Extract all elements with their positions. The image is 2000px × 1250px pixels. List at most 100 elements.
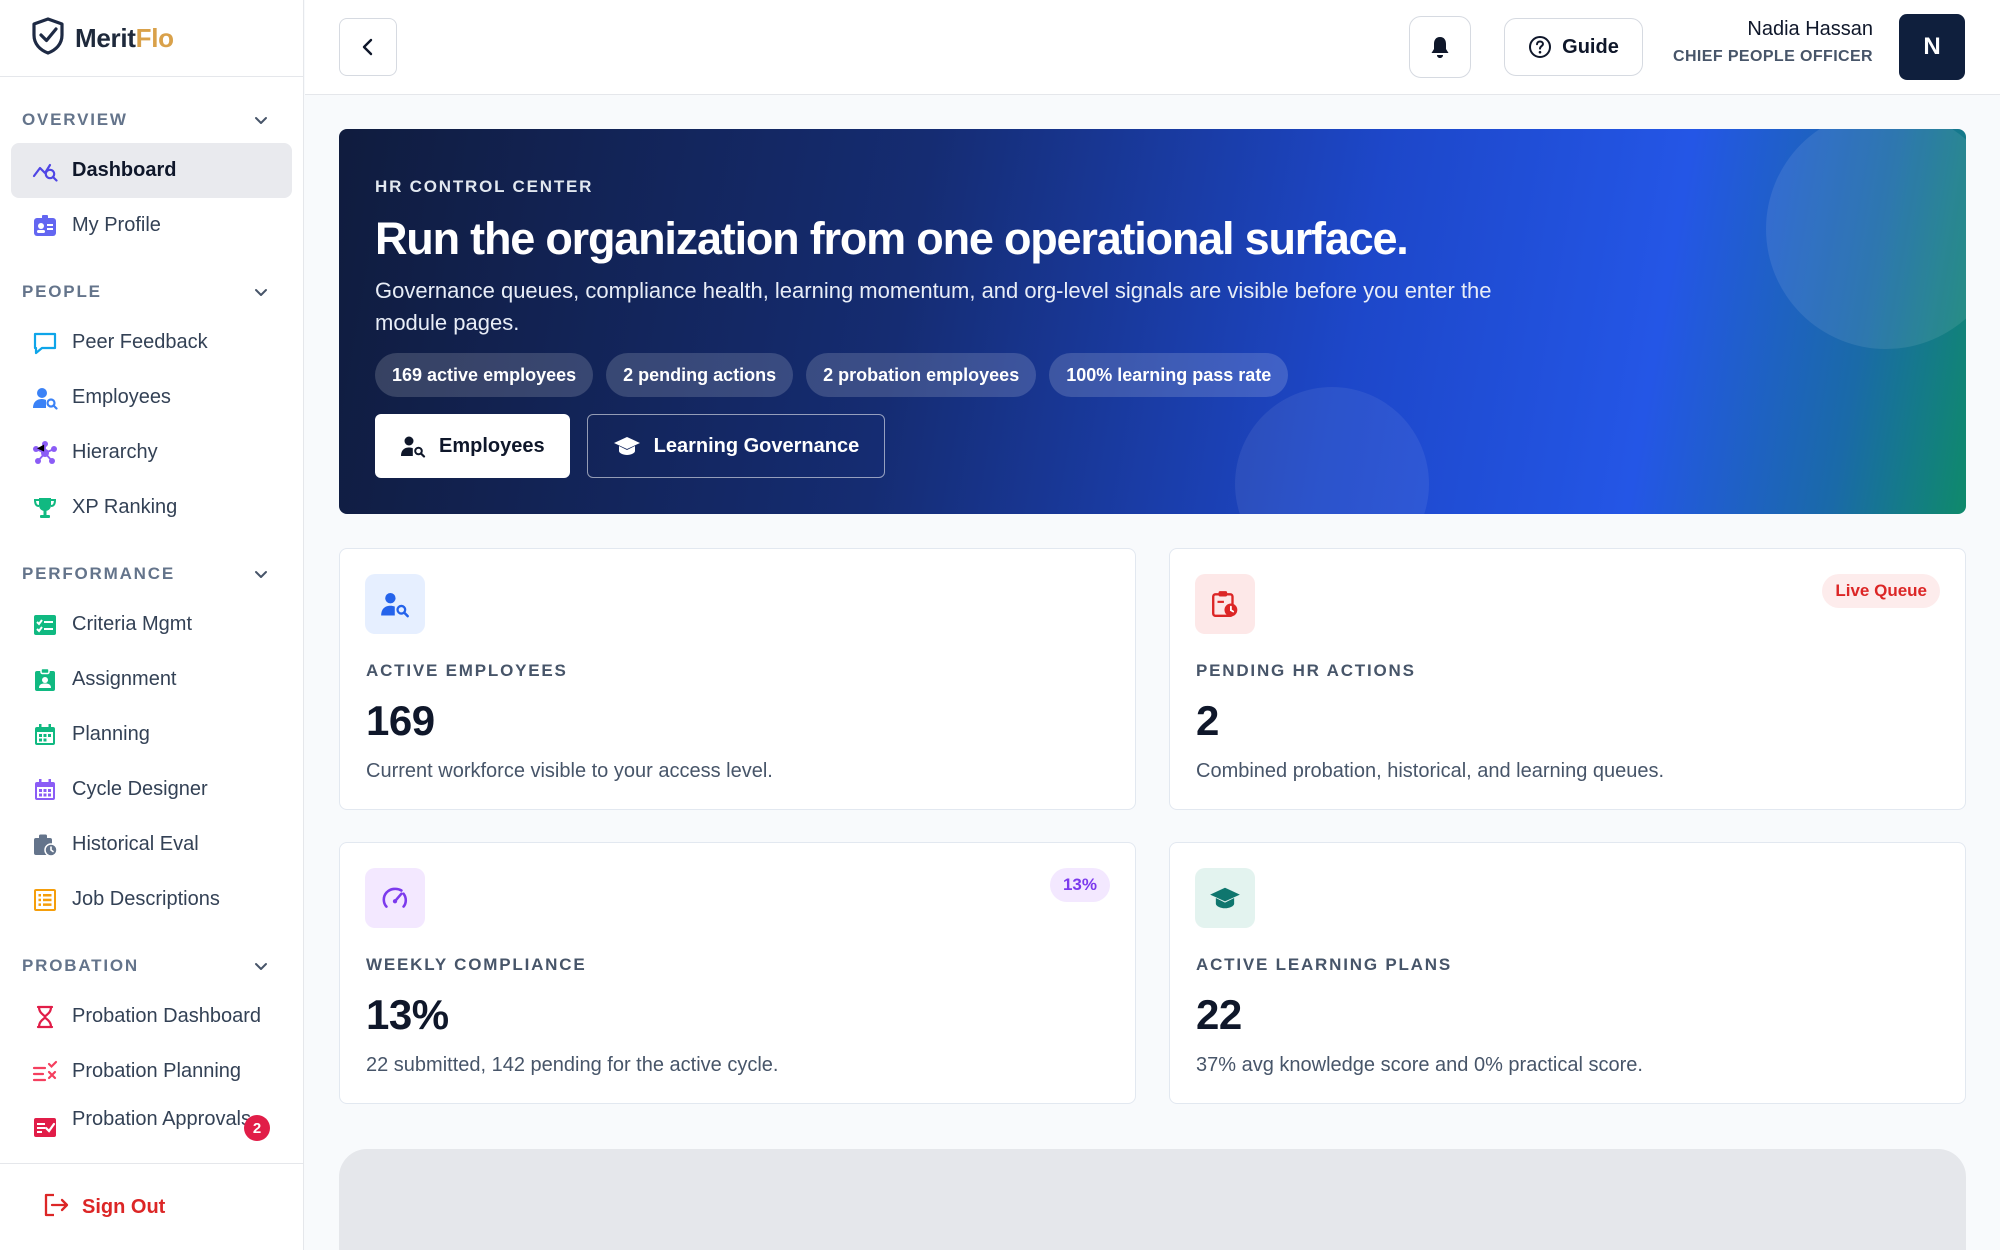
card-description: Current workforce visible to your access…: [366, 760, 773, 782]
card-label: ACTIVE EMPLOYEES: [366, 661, 568, 680]
sidebar-item-planning[interactable]: Planning: [11, 707, 292, 762]
section-people[interactable]: PEOPLE: [0, 269, 303, 315]
decorative-circle: [1235, 387, 1429, 514]
sidebar-item-criteria-mgmt[interactable]: Criteria Mgmt: [11, 597, 292, 652]
sidebar-item-label: Hierarchy: [72, 441, 158, 463]
sign-out-button[interactable]: Sign Out: [0, 1163, 303, 1250]
history-icon: [32, 832, 58, 858]
guide-button[interactable]: Guide: [1504, 18, 1643, 76]
chevron-left-icon: [362, 38, 373, 56]
stat-card-active-learning-plans[interactable]: ACTIVE LEARNING PLANS 22 37% avg knowled…: [1169, 842, 1966, 1104]
hero-stat-chips: 169 active employees 2 pending actions 2…: [375, 353, 1289, 397]
sidebar-item-label: Employees: [72, 386, 171, 408]
back-button[interactable]: [339, 18, 397, 76]
stat-chip: 2 pending actions: [606, 353, 794, 397]
graduation-cap-icon: [1195, 868, 1255, 928]
shield-check-icon: [31, 16, 65, 60]
sidebar-item-label: Criteria Mgmt: [72, 613, 193, 635]
list-icon: [32, 887, 58, 913]
hero-eyebrow: HR CONTROL CENTER: [375, 177, 594, 196]
topbar: Guide Nadia Hassan CHIEF PEOPLE OFFICER …: [305, 0, 2000, 95]
sidebar-item-label: Cycle Designer: [72, 778, 208, 800]
notifications-button[interactable]: [1409, 16, 1471, 78]
sidebar-item-peer-feedback[interactable]: Peer Feedback: [11, 315, 292, 370]
section-label: PROBATION: [22, 956, 139, 975]
sidebar-item-label: Dashboard: [72, 159, 177, 181]
user-role: CHIEF PEOPLE OFFICER: [1673, 48, 1874, 65]
card-description: 37% avg knowledge score and 0% practical…: [1196, 1054, 1643, 1076]
chevron-down-icon: [255, 289, 267, 296]
live-queue-badge: Live Queue: [1822, 574, 1940, 608]
approval-icon: [32, 1114, 58, 1140]
clipboard-clock-icon: [1195, 574, 1255, 634]
brand-logo[interactable]: MeritFlo: [0, 0, 303, 77]
graduation-cap-icon: [613, 437, 640, 455]
user-search-icon: [365, 574, 425, 634]
help-circle-icon: [1529, 36, 1552, 58]
stat-card-pending-hr-actions[interactable]: Live Queue PENDING HR ACTIONS 2 Combined…: [1169, 548, 1966, 810]
notification-count-badge: 2: [244, 1115, 270, 1141]
sidebar-item-label: Job Descriptions: [72, 888, 220, 910]
sidebar-item-my-profile[interactable]: My Profile: [11, 198, 292, 253]
sidebar-item-label: Probation Approvals: [72, 1107, 252, 1130]
app-root: MeritFlo OVERVIEW Dashboard My Profile P…: [0, 0, 2000, 1250]
decorative-circle: [1766, 129, 1966, 349]
sidebar-item-hierarchy[interactable]: Hierarchy: [11, 425, 292, 480]
card-value: 22: [1196, 991, 1242, 1038]
sidebar-item-label: XP Ranking: [72, 496, 178, 518]
card-description: 22 submitted, 142 pending for the active…: [366, 1054, 779, 1076]
card-label: PENDING HR ACTIONS: [1196, 661, 1416, 680]
sidebar-item-probation-approvals[interactable]: Probation Approvals 2: [11, 1099, 292, 1154]
bell-icon: [1431, 37, 1449, 58]
section-label: PERFORMANCE: [22, 564, 175, 583]
section-performance[interactable]: PERFORMANCE: [0, 551, 303, 597]
hero-subtitle: Governance queues, compliance health, le…: [375, 278, 1492, 335]
sidebar-item-dashboard[interactable]: Dashboard: [11, 143, 292, 198]
card-value: 169: [366, 697, 435, 744]
sidebar-item-label: Probation Dashboard: [72, 1005, 262, 1027]
chat-icon: [32, 330, 58, 356]
avatar[interactable]: N: [1899, 14, 1965, 80]
sidebar-item-historical-eval[interactable]: Historical Eval: [11, 817, 292, 872]
calendar-grid-icon: [32, 777, 58, 803]
sidebar-item-xp-ranking[interactable]: XP Ranking: [11, 480, 292, 535]
sidebar-item-probation-dashboard[interactable]: Probation Dashboard: [11, 989, 292, 1044]
dashboard-icon: [32, 158, 58, 184]
hero-title: Run the organization from one operationa…: [375, 213, 1409, 264]
stat-chip: 169 active employees: [375, 353, 594, 397]
chevron-down-icon: [255, 571, 267, 578]
hierarchy-icon: [32, 440, 58, 466]
section-overview[interactable]: OVERVIEW: [0, 97, 303, 143]
compliance-badge: 13%: [1049, 868, 1110, 902]
user-info: Nadia Hassan CHIEF PEOPLE OFFICER: [1673, 16, 1873, 66]
sidebar-item-label: Probation Planning: [72, 1060, 242, 1082]
sidebar-item-label: My Profile: [72, 214, 161, 236]
hero-banner: HR CONTROL CENTER Run the organization f…: [339, 129, 1966, 514]
sidebar-item-employees[interactable]: Employees: [11, 370, 292, 425]
learning-governance-button[interactable]: Learning Governance: [586, 414, 886, 478]
card-value: 13%: [366, 991, 449, 1038]
chevron-down-icon: [255, 117, 267, 124]
sign-out-label: Sign Out: [82, 1195, 166, 1218]
calendar-icon: [32, 722, 58, 748]
stat-chip: 2 probation employees: [806, 353, 1037, 397]
profile-icon: [32, 213, 58, 239]
employees-button[interactable]: Employees: [375, 414, 570, 478]
sidebar-item-label: Assignment: [72, 668, 177, 690]
stat-card-weekly-compliance[interactable]: 13% WEEKLY COMPLIANCE 13% 22 submitted, …: [339, 842, 1136, 1104]
gauge-icon: [365, 868, 425, 928]
sidebar-item-probation-planning[interactable]: Probation Planning: [11, 1044, 292, 1099]
section-probation[interactable]: PROBATION: [0, 943, 303, 989]
trophy-icon: [32, 495, 58, 521]
card-value: 2: [1196, 697, 1219, 744]
sidebar-item-label: Planning: [72, 723, 150, 745]
sidebar-item-job-descriptions[interactable]: Job Descriptions: [11, 872, 292, 927]
stat-card-active-employees[interactable]: ACTIVE EMPLOYEES 169 Current workforce v…: [339, 548, 1136, 810]
sidebar-item-label: Historical Eval: [72, 833, 199, 855]
sidebar-item-cycle-designer[interactable]: Cycle Designer: [11, 762, 292, 817]
logout-icon: [42, 1192, 70, 1223]
loading-panel-placeholder: [339, 1149, 1966, 1250]
user-name: Nadia Hassan: [1747, 18, 1873, 40]
sidebar-item-label: Peer Feedback: [72, 331, 208, 353]
sidebar-item-assignment[interactable]: Assignment: [11, 652, 292, 707]
